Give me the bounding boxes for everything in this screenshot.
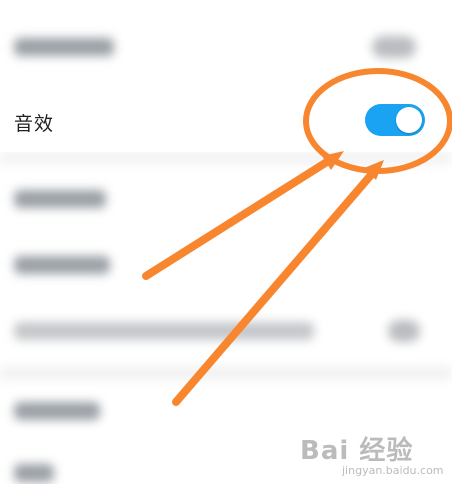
blurred-toggle xyxy=(372,36,416,58)
sound-effect-toggle[interactable] xyxy=(365,104,425,136)
sound-effect-label: 音效 xyxy=(14,113,55,135)
section-divider xyxy=(0,152,452,164)
blurred-row-1 xyxy=(0,0,452,80)
blurred-row-2 xyxy=(0,164,452,234)
blurred-label xyxy=(14,322,314,340)
blurred-label xyxy=(14,256,110,274)
watermark-logo: Bai 经验 xyxy=(300,436,414,466)
blurred-row-4 xyxy=(0,296,452,366)
blurred-row-3 xyxy=(0,234,452,296)
blurred-label xyxy=(14,38,114,56)
blurred-toggle xyxy=(388,320,420,342)
section-divider xyxy=(0,366,452,380)
watermark: Bai 经验 jingyan.baidu.com xyxy=(300,430,450,480)
toggle-knob xyxy=(396,107,422,133)
watermark-url: jingyan.baidu.com xyxy=(342,464,444,477)
blurred-label xyxy=(14,190,106,208)
blurred-label xyxy=(14,464,54,482)
blurred-label xyxy=(14,402,100,420)
